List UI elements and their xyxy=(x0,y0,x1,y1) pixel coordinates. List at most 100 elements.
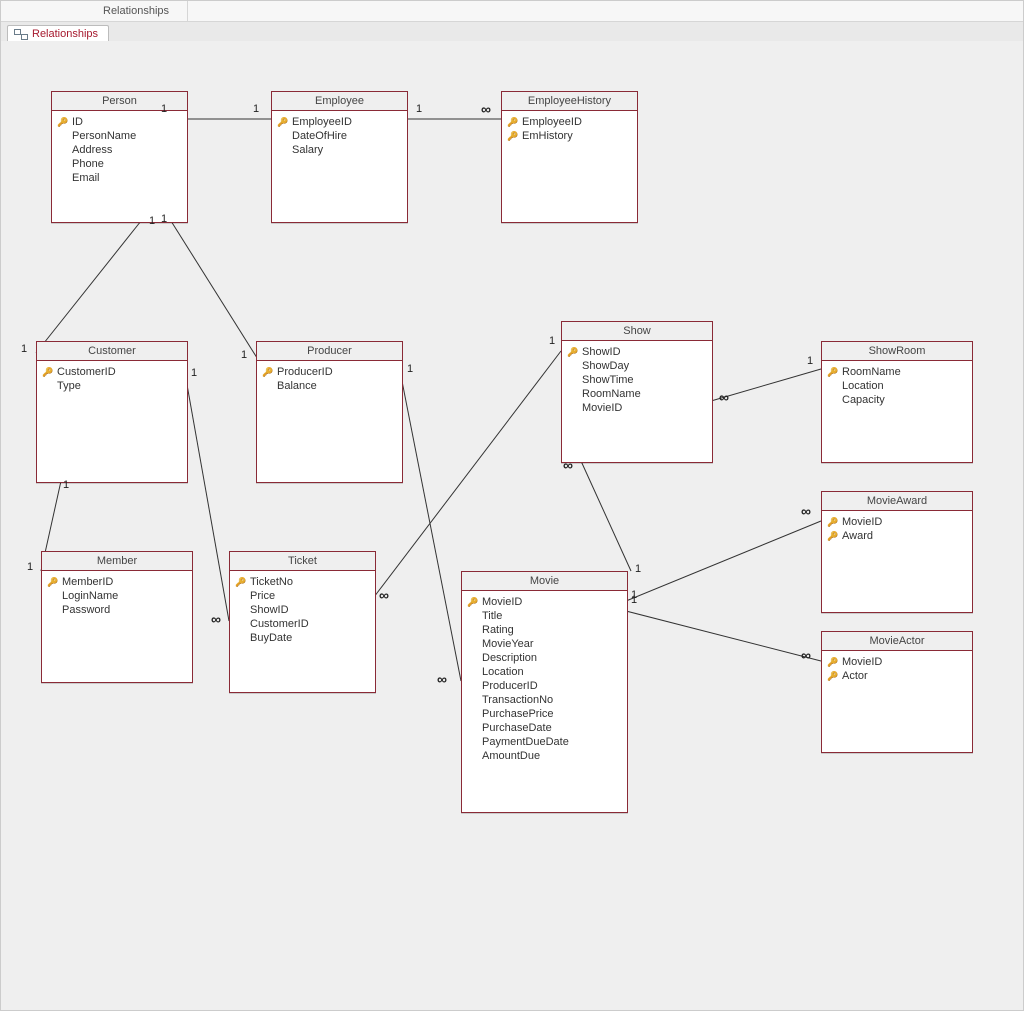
field[interactable]: Email xyxy=(58,171,181,185)
field-name: MovieYear xyxy=(482,638,534,650)
field[interactable]: Award xyxy=(828,529,966,543)
field[interactable]: Type xyxy=(43,379,181,393)
field[interactable]: TransactionNo xyxy=(468,693,621,707)
field[interactable]: Location xyxy=(828,379,966,393)
entity-movieaward[interactable]: MovieAward MovieIDAward xyxy=(821,491,973,613)
entity-employeehistory[interactable]: EmployeeHistoryEmployeeIDEmHistory xyxy=(501,91,638,223)
field[interactable]: MovieID xyxy=(468,595,621,609)
primary-key-icon xyxy=(508,118,518,127)
entity-customer[interactable]: CustomerCustomerIDType xyxy=(36,341,188,483)
field[interactable]: ProducerID xyxy=(263,365,396,379)
field[interactable]: Password xyxy=(48,603,186,617)
entity-movieactor[interactable]: MovieActorMovieIDActor xyxy=(821,631,973,753)
field[interactable]: EmHistory xyxy=(508,129,631,143)
field[interactable]: ID xyxy=(58,115,181,129)
cardinality-label: 1 xyxy=(21,343,27,355)
field[interactable]: Balance xyxy=(263,379,396,393)
field[interactable]: CustomerID xyxy=(236,617,369,631)
field[interactable]: BuyDate xyxy=(236,631,369,645)
field[interactable]: Rating xyxy=(468,623,621,637)
cardinality-label: ∞ xyxy=(437,671,447,687)
entity-movie[interactable]: MovieMovieIDTitleRatingMovieYearDescript… xyxy=(461,571,628,813)
entity-showroom[interactable]: ShowRoomRoomNameLocationCapacity xyxy=(821,341,973,463)
field[interactable]: RoomName xyxy=(828,365,966,379)
primary-key-icon xyxy=(828,672,838,681)
entity-employee[interactable]: Employee EmployeeIDDateOfHireSalary xyxy=(271,91,408,223)
field-name: ProducerID xyxy=(277,366,333,378)
field[interactable]: RoomName xyxy=(568,387,706,401)
cardinality-label: 1 xyxy=(635,563,641,575)
field[interactable]: ShowTime xyxy=(568,373,706,387)
field-name: EmployeeID xyxy=(522,116,582,128)
entity-member[interactable]: MemberMemberIDLoginNamePassword xyxy=(41,551,193,683)
field-name: Phone xyxy=(72,158,104,170)
field[interactable]: Title xyxy=(468,609,621,623)
cardinality-label: 1 xyxy=(416,103,422,115)
field-list: MemberIDLoginNamePassword xyxy=(42,571,192,625)
field[interactable]: Price xyxy=(236,589,369,603)
field-name: ShowTime xyxy=(582,374,634,386)
field-list: CustomerIDType xyxy=(37,361,187,401)
entity-person[interactable]: PersonIDPersonNameAddressPhoneEmail xyxy=(51,91,188,223)
field[interactable]: PaymentDueDate xyxy=(468,735,621,749)
field[interactable]: ShowID xyxy=(568,345,706,359)
primary-key-icon xyxy=(828,532,838,541)
field-name: CustomerID xyxy=(250,618,309,630)
entity-title: MovieAward xyxy=(822,492,972,511)
field[interactable]: DateOfHire xyxy=(278,129,401,143)
field[interactable]: PurchaseDate xyxy=(468,721,621,735)
field[interactable]: PurchasePrice xyxy=(468,707,621,721)
field[interactable]: MovieID xyxy=(828,655,966,669)
field-name: Award xyxy=(842,530,873,542)
field[interactable]: Phone xyxy=(58,157,181,171)
field[interactable]: LoginName xyxy=(48,589,186,603)
entity-ticket[interactable]: TicketTicketNoPriceShowIDCustomerIDBuyDa… xyxy=(229,551,376,693)
field-list: TicketNoPriceShowIDCustomerIDBuyDate xyxy=(230,571,375,653)
field-name: ID xyxy=(72,116,83,128)
primary-key-icon xyxy=(278,118,288,127)
field[interactable]: Address xyxy=(58,143,181,157)
field-name: Capacity xyxy=(842,394,885,406)
document-tabstrip: Relationships xyxy=(1,22,1023,43)
ribbon-group-relationships[interactable]: Relationships xyxy=(85,1,188,21)
cardinality-label: ∞ xyxy=(481,101,491,117)
field[interactable]: PersonName xyxy=(58,129,181,143)
cardinality-label: 1 xyxy=(807,355,813,367)
field[interactable]: Description xyxy=(468,651,621,665)
field[interactable]: MovieID xyxy=(568,401,706,415)
cardinality-label: ∞ xyxy=(801,503,811,519)
field[interactable]: ShowDay xyxy=(568,359,706,373)
field-list: MovieIDActor xyxy=(822,651,972,691)
field[interactable]: Capacity xyxy=(828,393,966,407)
field[interactable]: MovieYear xyxy=(468,637,621,651)
field[interactable]: MemberID xyxy=(48,575,186,589)
field[interactable]: TicketNo xyxy=(236,575,369,589)
field[interactable]: AmountDue xyxy=(468,749,621,763)
tab-relationships[interactable]: Relationships xyxy=(7,25,109,42)
field[interactable]: MovieID xyxy=(828,515,966,529)
relationships-canvas[interactable]: PersonIDPersonNameAddressPhoneEmail Emplo… xyxy=(1,41,1023,1010)
field[interactable]: EmployeeID xyxy=(508,115,631,129)
field[interactable]: Salary xyxy=(278,143,401,157)
field-name: MovieID xyxy=(482,596,522,608)
field-name: ProducerID xyxy=(482,680,538,692)
entity-title: Show xyxy=(562,322,712,341)
field[interactable]: ProducerID xyxy=(468,679,621,693)
field-name: ShowDay xyxy=(582,360,629,372)
field[interactable]: CustomerID xyxy=(43,365,181,379)
field[interactable]: EmployeeID xyxy=(278,115,401,129)
cardinality-label: ∞ xyxy=(719,389,729,405)
field-name: Location xyxy=(842,380,884,392)
field-name: Balance xyxy=(277,380,317,392)
field-name: Actor xyxy=(842,670,868,682)
cardinality-label: 1 xyxy=(241,349,247,361)
entity-show[interactable]: Show ShowIDShowDay ShowTimeRoomNameMovieID xyxy=(561,321,713,463)
field[interactable]: Actor xyxy=(828,669,966,683)
field[interactable]: Location xyxy=(468,665,621,679)
tab-label: Relationships xyxy=(32,28,98,40)
primary-key-icon xyxy=(508,132,518,141)
entity-title: Employee xyxy=(272,92,407,111)
field-name: MemberID xyxy=(62,576,113,588)
field[interactable]: ShowID xyxy=(236,603,369,617)
entity-producer[interactable]: ProducerProducerIDBalance xyxy=(256,341,403,483)
